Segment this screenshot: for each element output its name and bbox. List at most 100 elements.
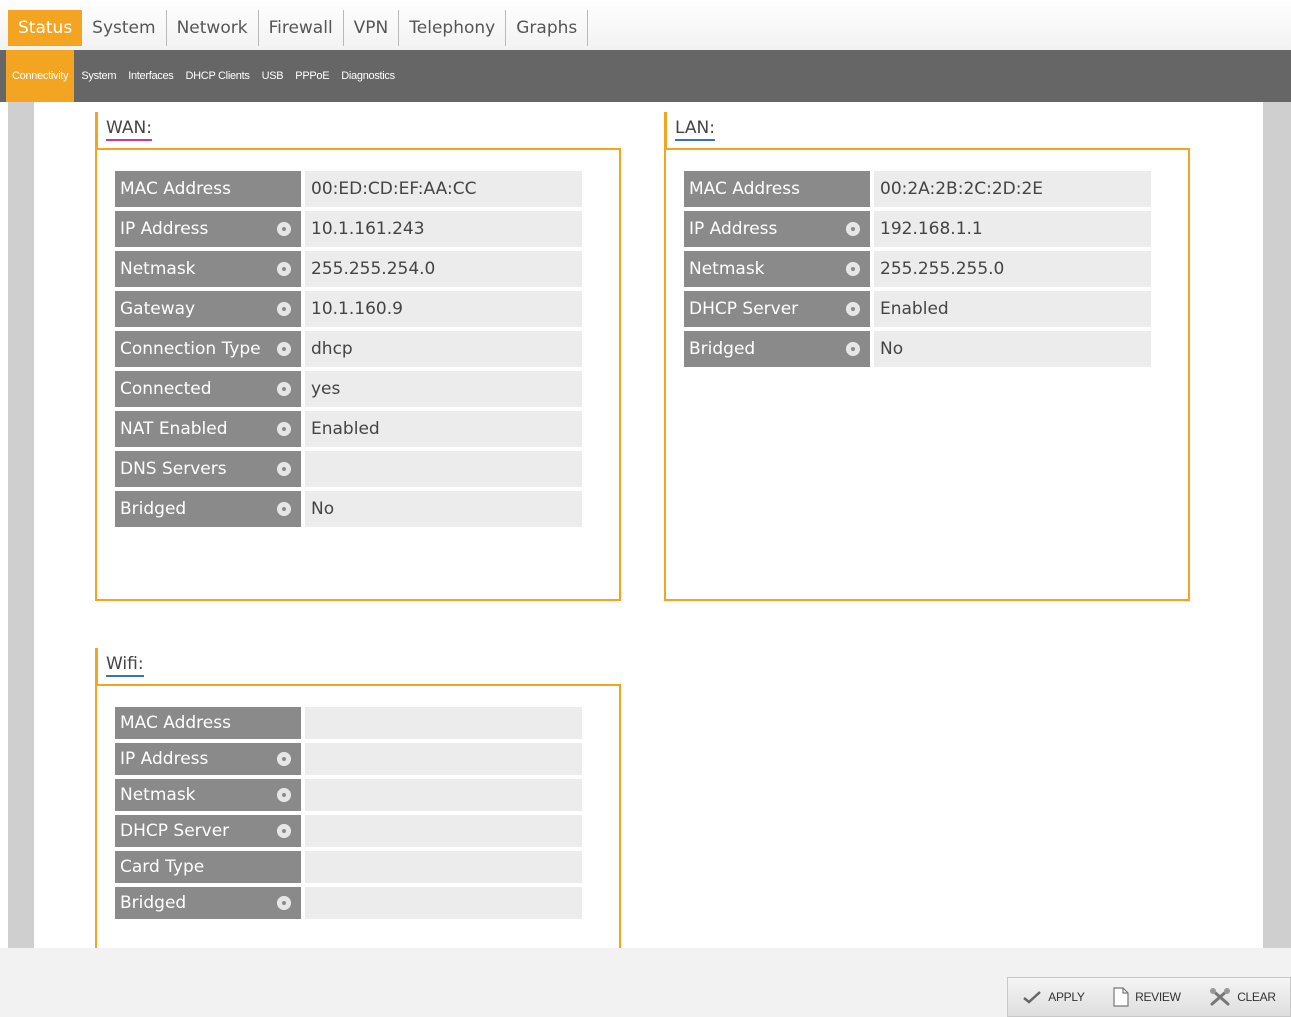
wifi-row-value [305, 887, 582, 919]
apply-button[interactable]: APPLY [1022, 990, 1085, 1004]
lan-title-text: LAN: [675, 118, 715, 141]
wan-row-value: 10.1.161.243 [305, 211, 582, 247]
wifi-row-value [305, 851, 582, 883]
lan-row-label: MAC Address [684, 171, 870, 207]
gear-icon[interactable] [277, 422, 291, 436]
wifi-row-label: Bridged [115, 887, 301, 919]
wan-row-label: Connected [115, 371, 301, 407]
subtab-dhcp-clients[interactable]: DHCP Clients [179, 50, 255, 102]
sub-tabs: Connectivity System Interfaces DHCP Clie… [0, 50, 400, 102]
tab-network[interactable]: Network [167, 10, 259, 46]
gear-icon[interactable] [277, 462, 291, 476]
tab-vpn[interactable]: VPN [344, 10, 400, 46]
wan-row-label: MAC Address [115, 171, 301, 207]
wan-row-value [305, 451, 582, 487]
wifi-row-value [305, 815, 582, 847]
subtab-pppoe[interactable]: PPPoE [288, 50, 334, 102]
lan-row-label: IP Address [684, 211, 870, 247]
lan-panel-title: LAN: [664, 112, 715, 148]
action-toolbar: APPLY REVIEW CLEAR [1007, 977, 1291, 1017]
subtab-system[interactable]: System [74, 50, 121, 102]
gear-icon[interactable] [846, 342, 860, 356]
lan-row-value: Enabled [874, 291, 1151, 327]
tab-graphs[interactable]: Graphs [506, 10, 589, 46]
wan-row-label-text: Gateway [120, 299, 196, 319]
gear-icon[interactable] [277, 824, 291, 838]
wan-row-value: dhcp [305, 331, 582, 367]
broom-icon [1210, 988, 1231, 1006]
gear-icon[interactable] [846, 222, 860, 236]
wifi-row-label-text: Card Type [120, 857, 205, 877]
document-icon [1113, 987, 1129, 1007]
gear-icon[interactable] [846, 262, 860, 276]
wan-row-value: 00:ED:CD:EF:AA:CC [305, 171, 582, 207]
wan-row-label: Netmask [115, 251, 301, 287]
review-button[interactable]: REVIEW [1113, 987, 1181, 1007]
lan-row-label-text: Netmask [689, 259, 765, 279]
wifi-title-text: Wifi: [106, 654, 144, 677]
wifi-row-value [305, 707, 582, 739]
gear-icon[interactable] [846, 302, 860, 316]
gear-icon[interactable] [277, 222, 291, 236]
lan-row-value: 00:2A:2B:2C:2D:2E [874, 171, 1151, 207]
top-nav-bar: Status System Network Firewall VPN Telep… [0, 0, 1291, 51]
subtab-interfaces[interactable]: Interfaces [121, 50, 178, 102]
top-tabs: Status System Network Firewall VPN Telep… [8, 10, 589, 46]
wan-row-label-text: Bridged [120, 499, 187, 519]
wifi-row-value [305, 743, 582, 775]
gear-icon[interactable] [277, 502, 291, 516]
wan-row-label: Connection Type [115, 331, 301, 367]
wan-row-label-text: MAC Address [120, 179, 231, 199]
wan-row-label-text: Netmask [120, 259, 196, 279]
sub-nav-bar: Connectivity System Interfaces DHCP Clie… [0, 50, 1291, 102]
right-scroll-rail[interactable] [1263, 102, 1291, 948]
lan-row-label-text: DHCP Server [689, 299, 799, 319]
tab-telephony[interactable]: Telephony [399, 10, 507, 46]
wifi-panel-title: Wifi: [95, 648, 144, 684]
wan-row-value: yes [305, 371, 582, 407]
lan-row-label-text: IP Address [689, 219, 778, 239]
wifi-row-label: Netmask [115, 779, 301, 811]
lan-row-value: 255.255.255.0 [874, 251, 1151, 287]
tab-system[interactable]: System [82, 10, 167, 46]
lan-row-value: 192.168.1.1 [874, 211, 1151, 247]
subtab-connectivity[interactable]: Connectivity [6, 50, 75, 102]
lan-row-label: DHCP Server [684, 291, 870, 327]
gear-icon[interactable] [277, 788, 291, 802]
apply-label: APPLY [1048, 990, 1085, 1004]
clear-button[interactable]: CLEAR [1209, 987, 1276, 1007]
lan-row-label: Netmask [684, 251, 870, 287]
gear-icon[interactable] [277, 752, 291, 766]
gear-icon[interactable] [277, 342, 291, 356]
wan-panel-title: WAN: [95, 112, 152, 148]
wan-row-label-text: DNS Servers [120, 459, 227, 479]
wan-row-label: IP Address [115, 211, 301, 247]
gear-icon[interactable] [277, 302, 291, 316]
wan-row-value: 255.255.254.0 [305, 251, 582, 287]
gear-icon[interactable] [277, 382, 291, 396]
gear-icon[interactable] [277, 262, 291, 276]
wifi-row-label: MAC Address [115, 707, 301, 739]
gear-icon[interactable] [277, 896, 291, 910]
wan-row-value: Enabled [305, 411, 582, 447]
lan-row-label: Bridged [684, 331, 870, 367]
wan-row-label-text: IP Address [120, 219, 209, 239]
wan-row-label: Gateway [115, 291, 301, 327]
wan-row-label-text: Connection Type [120, 339, 261, 359]
wifi-row-label-text: DHCP Server [120, 821, 230, 841]
wifi-row-label: DHCP Server [115, 815, 301, 847]
wan-row-label-text: NAT Enabled [120, 419, 228, 439]
wan-row-label: Bridged [115, 491, 301, 527]
lan-row-value: No [874, 331, 1151, 367]
clear-label: CLEAR [1237, 990, 1276, 1004]
tab-status[interactable]: Status [8, 10, 83, 46]
wan-row-label: DNS Servers [115, 451, 301, 487]
wan-title-text: WAN: [106, 118, 152, 141]
subtab-usb[interactable]: USB [255, 50, 289, 102]
review-label: REVIEW [1135, 990, 1181, 1004]
wifi-row-label-text: IP Address [120, 749, 209, 769]
tab-firewall[interactable]: Firewall [259, 10, 344, 46]
wan-row-value: No [305, 491, 582, 527]
wifi-row-label: IP Address [115, 743, 301, 775]
subtab-diagnostics[interactable]: Diagnostics [334, 50, 400, 102]
